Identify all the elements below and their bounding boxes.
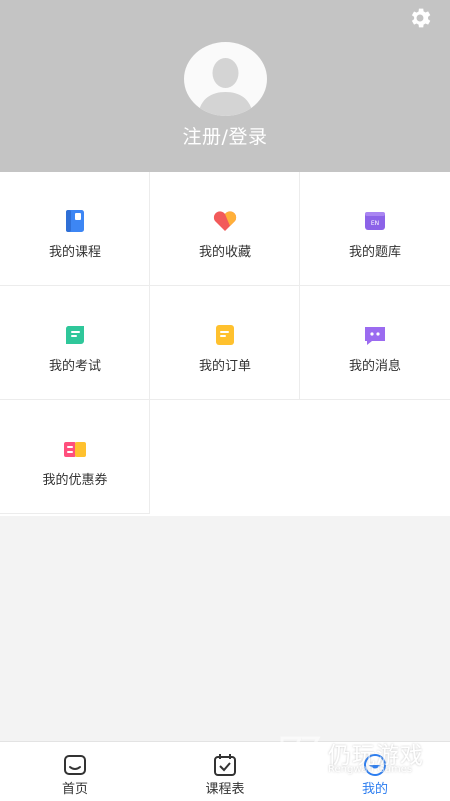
message-bubble-icon [365, 327, 385, 345]
tab-mine[interactable]: 我的 [300, 742, 450, 801]
coupon-icon [64, 442, 86, 457]
calendar-icon [214, 754, 236, 776]
menu-item-label: 我的消息 [348, 359, 401, 374]
bottom-tab-bar: 首页 课程表 我的 [0, 741, 450, 801]
menu-item-label: 我的考试 [48, 359, 101, 374]
tab-label: 我的 [361, 782, 388, 797]
menu-item-my-courses[interactable]: 我的课程 [0, 172, 150, 286]
gear-icon[interactable] [407, 5, 433, 31]
course-book-icon [66, 210, 84, 232]
favorite-heart-icon [213, 211, 237, 231]
menu-item-label: 我的课程 [48, 245, 101, 260]
profile-header: 注册/登录 [0, 0, 450, 172]
menu-item-my-coupons[interactable]: 我的优惠券 [0, 400, 150, 514]
default-avatar-icon [198, 58, 253, 116]
order-note-icon [216, 325, 234, 345]
menu-item-my-exams[interactable]: 我的考试 [0, 286, 150, 400]
menu-item-label: 我的优惠券 [42, 473, 108, 488]
home-icon [64, 755, 86, 775]
menu-item-my-favorites[interactable]: 我的收藏 [150, 172, 300, 286]
menu-item-label: 我的收藏 [198, 245, 251, 260]
tab-label: 首页 [61, 782, 88, 797]
tab-home[interactable]: 首页 [0, 742, 150, 801]
menu-item-my-orders[interactable]: 我的订单 [150, 286, 300, 400]
avatar[interactable] [184, 42, 267, 116]
menu-item-label: 我的订单 [198, 359, 251, 374]
svg-text:EN: EN [371, 220, 379, 227]
tab-schedule[interactable]: 课程表 [150, 742, 300, 801]
menu-item-my-question-bank[interactable]: EN 我的题库 [300, 172, 450, 286]
profile-icon [364, 754, 386, 776]
exam-scroll-icon [65, 326, 84, 344]
login-register-link[interactable]: 注册/登录 [0, 122, 450, 149]
menu-item-my-messages[interactable]: 我的消息 [300, 286, 450, 400]
question-bank-icon: EN [365, 212, 385, 230]
menu-item-label: 我的题库 [348, 245, 401, 260]
tab-label: 课程表 [205, 782, 245, 797]
menu-grid: 我的课程 我的收藏 EN 我的题库 我的考试 我的订单 我的消息 我的优惠券 [0, 172, 450, 516]
